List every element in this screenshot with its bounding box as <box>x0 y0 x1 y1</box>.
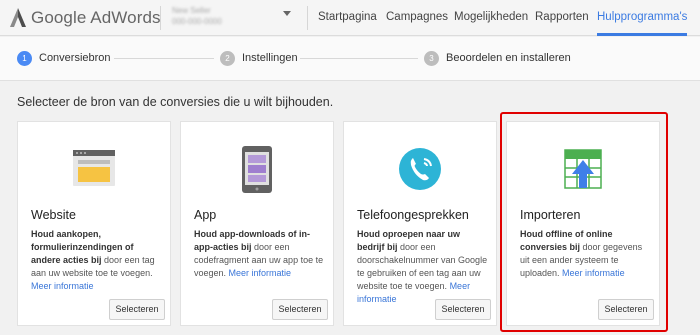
card-description: Houd oproepen naar uw bedrijf bij door e… <box>357 228 489 306</box>
card-description: Houd app-downloads of in-app-acties bij … <box>194 228 326 280</box>
nav-campagnes[interactable]: Campagnes <box>386 0 448 36</box>
card-title: Importeren <box>520 208 581 222</box>
account-selector[interactable]: New Seller 000-000-0000 <box>172 6 252 30</box>
learn-more-link[interactable]: Meer informatie <box>31 281 94 291</box>
step-number: 2 <box>220 51 235 66</box>
top-bar: Google AdWords New Seller 000-000-0000 S… <box>0 0 700 36</box>
select-button-importeren[interactable]: Selecteren <box>598 299 654 320</box>
card-telefoongesprekken[interactable]: Telefoongesprekken Houd oproepen naar uw… <box>343 121 497 326</box>
logo-text: Google AdWords <box>31 8 161 27</box>
phone-icon <box>399 148 441 190</box>
card-title: Website <box>31 208 76 222</box>
account-id: 000-000-0000 <box>172 17 222 26</box>
website-icon <box>73 150 115 186</box>
card-description: Houd offline of online conversies bij do… <box>520 228 652 280</box>
select-button-app[interactable]: Selecteren <box>272 299 328 320</box>
step-connector <box>114 58 214 59</box>
page-heading: Selecteer de bron van de conversies die … <box>17 95 334 109</box>
account-name: New Seller <box>172 6 211 15</box>
select-button-website[interactable]: Selecteren <box>109 299 165 320</box>
learn-more-link[interactable]: Meer informatie <box>229 268 292 278</box>
nav-mogelijkheden[interactable]: Mogelijkheden <box>454 0 528 36</box>
card-app[interactable]: App Houd app-downloads of in-app-acties … <box>180 121 334 326</box>
card-importeren[interactable]: Importeren Houd offline of online conver… <box>506 121 660 326</box>
card-title: Telefoongesprekken <box>357 208 469 222</box>
nav-hulpprogrammas[interactable]: Hulpprogramma's <box>597 0 688 36</box>
card-title: App <box>194 208 217 222</box>
divider <box>160 6 161 30</box>
card-description: Houd aankopen, formulierinzendingen of a… <box>31 228 163 293</box>
chevron-down-icon[interactable] <box>283 11 291 16</box>
google-adwords-logo[interactable]: Google AdWords <box>10 7 161 29</box>
card-website[interactable]: Website Houd aankopen, formulierinzendin… <box>17 121 171 326</box>
nav-startpagina[interactable]: Startpagina <box>318 0 377 36</box>
learn-more-link[interactable]: Meer informatie <box>562 268 625 278</box>
step-number: 1 <box>17 51 32 66</box>
step-connector <box>300 58 418 59</box>
nav-rapporten[interactable]: Rapporten <box>535 0 589 36</box>
step-label: Instellingen <box>242 52 298 64</box>
step-number: 3 <box>424 51 439 66</box>
step-label: Beoordelen en installeren <box>446 52 571 64</box>
adwords-logo-icon <box>10 8 26 27</box>
select-button-telefoongesprekken[interactable]: Selecteren <box>435 299 491 320</box>
divider <box>307 6 308 30</box>
step-label: Conversiebron <box>39 52 111 64</box>
mobile-app-icon <box>242 146 272 193</box>
progress-stepper: 1 Conversiebron 2 Instellingen 3 Beoorde… <box>0 37 700 81</box>
import-icon <box>564 149 602 189</box>
